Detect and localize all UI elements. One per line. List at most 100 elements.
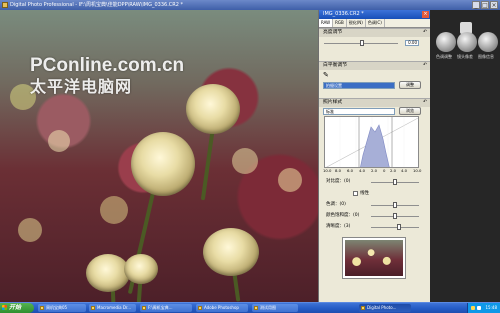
histogram-scale: 10.0 8.0 6.0 4.0 2.0 0 2.0 4.0 10.0	[323, 168, 423, 174]
white-balance-row: ✎	[319, 70, 430, 81]
navigator-preview[interactable]	[342, 237, 406, 279]
tool-palette[interactable]: IMG_0336.CR2 * × RAW RGB 锐化(N) 色调(C) 亮度调…	[318, 10, 430, 302]
tab-rgb[interactable]: RGB	[333, 19, 347, 27]
white-balance-controls: 拍摄设置 调整	[319, 81, 430, 91]
reset-icon[interactable]: ↶	[423, 29, 427, 37]
color-tone-row: 色调：(0)	[319, 200, 430, 210]
brightness-row: 0.00	[319, 37, 430, 49]
tab-tone[interactable]: 色调(C)	[366, 19, 385, 27]
taskbar-item[interactable]: Macromedia Dr...	[89, 304, 136, 312]
flower-head	[186, 84, 240, 134]
watermark: PConline.com.cn 太平洋电脑网	[30, 55, 184, 97]
color-tone-label: 色调：(0)	[326, 202, 346, 207]
taskbar-item[interactable]: F:\周机宝典...	[140, 304, 192, 312]
eyedropper-icon[interactable]: ✎	[323, 71, 329, 79]
clock: 15:48	[485, 305, 497, 310]
scale-label: 2.0	[390, 168, 397, 173]
right-toolbar: 色调调整 镜头像差 图像信息	[430, 10, 500, 302]
brightness-section-title: 亮度调节 ↶	[319, 28, 430, 37]
saturation-row: 颜色饱和度：(0)	[319, 211, 430, 221]
taskbar-item-active[interactable]: Digital Photo...	[359, 304, 411, 312]
folder-icon	[254, 306, 258, 310]
system-tray: 15:48	[467, 303, 500, 313]
picture-style-label: 照片样式	[323, 100, 343, 105]
start-label: 开始	[9, 304, 22, 311]
color-tone-slider-thumb[interactable]	[393, 202, 397, 208]
tone-adjust-icon[interactable]	[436, 32, 456, 52]
linear-label: 线性	[360, 191, 369, 196]
picture-style-select[interactable]: 标准	[323, 108, 395, 115]
white-balance-label: 白平衡调节	[323, 63, 347, 68]
scale-label: 10.0	[413, 168, 422, 173]
taskbar-item[interactable]: 测试用图	[252, 304, 298, 312]
brightness-label: 亮度调节	[323, 30, 343, 35]
background-flower	[48, 130, 70, 152]
folder-icon	[40, 306, 44, 310]
windows-taskbar: 开始 周机宝典05 Macromedia Dr... F:\周机宝典... Ad…	[0, 302, 500, 313]
scale-label: 10.0	[323, 168, 332, 173]
sharpness-slider-track[interactable]	[371, 227, 419, 228]
photoshop-icon	[198, 306, 202, 310]
image-viewer[interactable]: PConline.com.cn 太平洋电脑网	[0, 10, 318, 302]
saturation-label: 颜色饱和度：(0)	[326, 213, 360, 218]
contrast-row: 对比度：(0)	[319, 177, 430, 187]
sharpness-slider-thumb[interactable]	[397, 224, 401, 230]
navigator-preview-image	[345, 240, 403, 276]
reset-icon[interactable]: ↶	[423, 99, 427, 107]
app-icon	[91, 306, 95, 310]
app-title-bar: Digital Photo Professional - IF:\周机宝典\佳能…	[0, 0, 500, 10]
brightness-value-field[interactable]: 0.00	[405, 40, 419, 46]
tab-raw[interactable]: RAW	[319, 19, 334, 27]
windows-logo-icon	[2, 305, 7, 310]
scale-label: 0	[383, 168, 386, 173]
taskbar-item-label: 周机宝典05	[46, 305, 68, 310]
saturation-slider-thumb[interactable]	[393, 213, 397, 219]
close-button[interactable]: ×	[490, 1, 498, 9]
browse-button[interactable]: 浏览	[399, 107, 421, 115]
reset-icon[interactable]: ↶	[423, 62, 427, 70]
adjust-button[interactable]: 调整	[399, 81, 421, 89]
dpp-icon	[361, 306, 365, 310]
tool-label-3: 图像信息	[478, 54, 494, 59]
background-flower	[232, 148, 258, 174]
tray-icon[interactable]	[471, 306, 475, 310]
linear-row: 线性	[319, 189, 430, 199]
white-balance-select[interactable]: 拍摄设置	[323, 82, 395, 89]
tone-curve-histogram[interactable]	[324, 116, 419, 168]
scale-label: 8.0	[335, 168, 342, 173]
taskbar-item-label: 测试用图	[260, 305, 276, 310]
histogram-graphic	[326, 117, 418, 167]
taskbar-item[interactable]: Adobe Photoshop	[196, 304, 248, 312]
background-flower	[18, 218, 42, 242]
brightness-slider-thumb[interactable]	[360, 40, 364, 46]
sharpness-row: 清晰度：(3)	[319, 222, 430, 232]
contrast-slider-thumb[interactable]	[393, 179, 397, 185]
flower-head	[124, 254, 158, 284]
panel-title: IMG_0336.CR2 *	[323, 11, 364, 17]
tray-icon[interactable]	[477, 306, 481, 310]
palette-tabs: RAW RGB 锐化(N) 色调(C)	[319, 19, 430, 28]
panel-title-bar: IMG_0336.CR2 * ×	[319, 10, 430, 19]
window-controls: _ □ ×	[472, 1, 498, 9]
scale-label: 6.0	[347, 168, 354, 173]
linear-checkbox[interactable]	[353, 191, 358, 196]
minimize-button[interactable]: _	[472, 1, 480, 9]
image-info-icon[interactable]	[478, 32, 498, 52]
contrast-label: 对比度：(0)	[326, 179, 351, 184]
picture-style-section-title: 照片样式 ↶	[319, 98, 430, 107]
maximize-button[interactable]: □	[481, 1, 489, 9]
scale-label: 4.0	[359, 168, 366, 173]
scale-label: 4.0	[401, 168, 408, 173]
lens-aberration-icon[interactable]	[457, 32, 477, 52]
white-balance-section-title: 白平衡调节 ↶	[319, 61, 430, 70]
taskbar-item-label: Digital Photo...	[367, 305, 397, 310]
taskbar-item[interactable]: 周机宝典05	[38, 304, 86, 312]
start-button[interactable]: 开始	[0, 303, 34, 313]
flower-head	[203, 228, 259, 276]
app-icon	[2, 2, 8, 8]
tool-label-1: 色调调整	[436, 54, 452, 59]
window-title: Digital Photo Professional - IF:\周机宝典\佳能…	[10, 2, 184, 8]
panel-close-button[interactable]: ×	[422, 11, 429, 18]
tab-sharpness[interactable]: 锐化(N)	[347, 19, 366, 27]
watermark-line-2: 太平洋电脑网	[30, 79, 133, 96]
